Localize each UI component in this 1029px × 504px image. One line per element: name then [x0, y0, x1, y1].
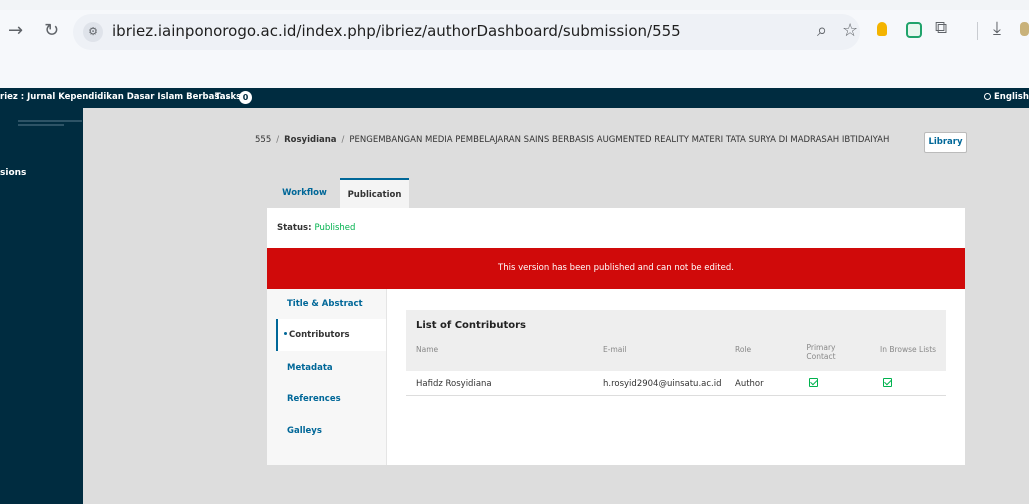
subnav-item-contributors[interactable]: Contributors	[276, 319, 388, 351]
submission-id: 555	[255, 135, 272, 145]
column-header-name: Name	[416, 345, 439, 354]
library-button[interactable]: Library	[924, 132, 967, 153]
status-value: Published	[314, 223, 356, 233]
breadcrumb: 555 / Rosyidiana / PENGEMBANGAN MEDIA PEMBEL…	[255, 135, 889, 145]
profile-icon[interactable]	[1020, 22, 1029, 36]
breadcrumb-separator: /	[341, 135, 345, 145]
globe-icon	[984, 93, 991, 100]
site-info-icon[interactable]: ⚙	[83, 22, 103, 42]
screen: → ↻ ⚙ ibriez.iainponorogo.ac.id/index.ph…	[0, 0, 1029, 504]
journal-logo[interactable]	[18, 120, 82, 130]
contributors-content: List of Contributors Name E-mail Role Pr…	[386, 289, 965, 465]
journal-title-link[interactable]: riez : Jurnal Kependidikan Dasar Islam B…	[0, 92, 229, 102]
in-browse-lists-check-icon	[883, 378, 892, 387]
tasks-count-badge[interactable]: 0	[239, 91, 252, 104]
contributors-list: List of Contributors Name E-mail Role Pr…	[406, 310, 946, 396]
breadcrumb-separator: /	[276, 135, 280, 145]
browser-toolbar: → ↻ ⚙ ibriez.iainponorogo.ac.id/index.ph…	[0, 0, 1029, 88]
contributors-title: List of Contributors	[416, 320, 526, 331]
tab-workflow[interactable]: Workflow	[268, 178, 341, 208]
toolbar-divider	[977, 22, 978, 40]
status-bar: Status: Published	[267, 208, 965, 248]
download-icon[interactable]: ⤓	[993, 18, 1001, 39]
submission-title: PENGEMBANGAN MEDIA PEMBELAJARAN SAINS BE…	[349, 135, 890, 145]
table-row[interactable]: Hafidz Rosyidiana h.rosyid2904@uinsatu.a…	[406, 371, 946, 396]
zoom-icon[interactable]: ⌕	[817, 20, 827, 41]
arrow-right-icon[interactable]: →	[8, 21, 23, 41]
reload-icon[interactable]: ↻	[44, 21, 59, 41]
column-header-email: E-mail	[603, 345, 627, 354]
published-alert: This version has been published and can …	[267, 248, 965, 289]
sidebar-item-submissions[interactable]: sions	[0, 168, 26, 178]
app-header: riez : Jurnal Kependidikan Dasar Islam B…	[0, 88, 1029, 108]
subnav-item-references[interactable]: References	[287, 394, 341, 404]
subnav-item-galleys[interactable]: Galleys	[287, 426, 322, 436]
active-indicator-icon	[284, 332, 287, 335]
contributor-email: h.rosyid2904@uinsatu.ac.id	[603, 379, 722, 389]
bookmark-star-icon[interactable]: ☆	[842, 20, 858, 41]
language-switcher[interactable]: English	[984, 92, 1029, 102]
submission-author: Rosyidiana	[284, 135, 337, 145]
publication-subnav: Title & Abstract Contributors Metadata R…	[267, 289, 388, 465]
url-text[interactable]: ibriez.iainponorogo.ac.id/index.php/ibri…	[112, 22, 681, 40]
publication-panel: Status: Published This version has been …	[267, 208, 965, 465]
sidebar: sions	[0, 108, 83, 504]
main-content: 555 / Rosyidiana / PENGEMBANGAN MEDIA PEMBEL…	[83, 108, 1029, 504]
column-header-in-browse-lists: In Browse Lists	[880, 345, 937, 354]
extensions-puzzle-icon[interactable]: ⧉	[935, 18, 947, 38]
contributors-header: List of Contributors Name E-mail Role Pr…	[406, 310, 946, 371]
status-label: Status: Published	[277, 223, 356, 233]
contributor-role: Author	[735, 379, 764, 389]
address-bar[interactable]: ⚙ ibriez.iainponorogo.ac.id/index.php/ib…	[73, 14, 860, 50]
contributor-name: Hafidz Rosyidiana	[416, 379, 492, 389]
extension-shield-icon[interactable]	[906, 22, 922, 38]
language-label: English	[994, 92, 1029, 102]
extension-bulb-icon[interactable]	[877, 22, 887, 36]
subnav-item-metadata[interactable]: Metadata	[287, 363, 333, 373]
primary-contact-check-icon	[809, 378, 818, 387]
subnav-item-title-abstract[interactable]: Title & Abstract	[287, 299, 363, 309]
column-header-primary-contact: Primary Contact	[806, 343, 836, 361]
tab-publication[interactable]: Publication	[340, 178, 409, 208]
column-header-role: Role	[735, 345, 752, 354]
tasks-link[interactable]: Tasks	[215, 92, 241, 102]
tab-strip-edge	[0, 0, 1029, 10]
